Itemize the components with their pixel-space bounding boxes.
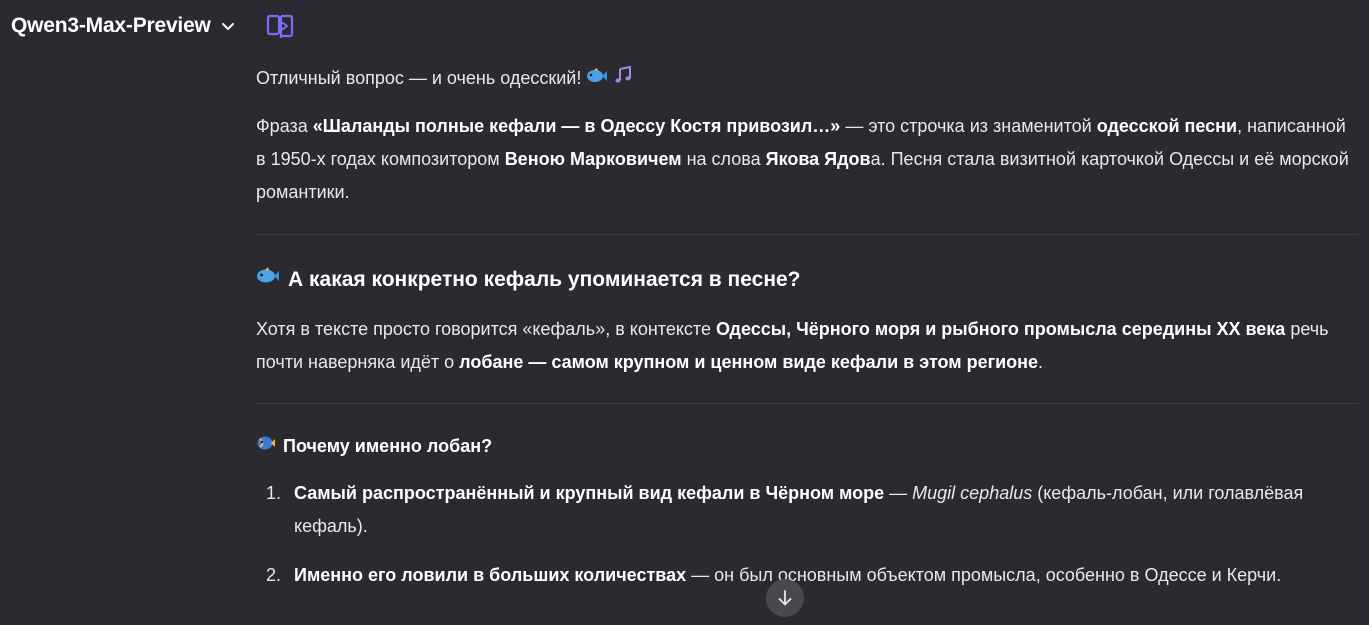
phrase-paragraph: Фраза «Шаланды полные кефали — в Одессу … xyxy=(256,116,1349,202)
divider xyxy=(256,403,1359,404)
divider xyxy=(256,234,1359,235)
subheading: Почему именно лобан? xyxy=(256,430,492,463)
musical-notes-icon xyxy=(613,63,633,96)
list-item: 2. Именно его ловили в больших количеств… xyxy=(266,565,1282,585)
section-heading: А какая конкретно кефаль упоминается в п… xyxy=(256,263,801,296)
fish-emoji-icon xyxy=(586,63,608,96)
model-name: Qwen3-Max-Preview xyxy=(11,14,211,37)
scroll-to-bottom-button[interactable] xyxy=(766,579,804,617)
fish-emoji-icon xyxy=(256,263,280,296)
numbered-list: 1. Самый распространённый и крупный вид … xyxy=(256,477,1360,608)
list-item: 1. Самый распространённый и крупный вид … xyxy=(266,483,1304,536)
chevron-down-icon xyxy=(220,18,236,34)
context-paragraph: Хотя в тексте просто говорится «кефаль»,… xyxy=(256,319,1329,372)
arrow-down-icon xyxy=(778,590,792,606)
intro-paragraph: Отличный вопрос — и очень одесский! xyxy=(256,62,633,96)
top-bar: Qwen3-Max-Preview xyxy=(0,0,1369,54)
tropical-fish-emoji-icon xyxy=(256,430,276,463)
split-compare-icon[interactable] xyxy=(265,11,295,41)
model-selector[interactable]: Qwen3-Max-Preview xyxy=(11,14,236,38)
